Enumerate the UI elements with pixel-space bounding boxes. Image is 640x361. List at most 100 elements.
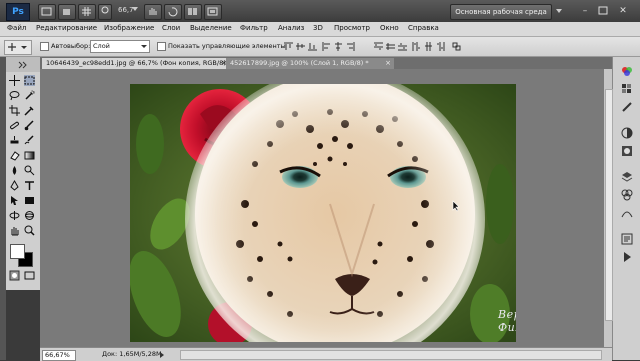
tab-close-button[interactable]: × [385, 58, 391, 69]
3d-orbit-icon [25, 211, 34, 220]
zoom-level-button[interactable] [98, 4, 112, 20]
maximize-icon [598, 6, 608, 15]
distribute-vcenter-icon[interactable] [386, 42, 395, 51]
toolbox [6, 72, 41, 290]
align-top-edges-icon[interactable] [284, 42, 293, 51]
pen-tool[interactable] [9, 180, 20, 191]
lasso-tool[interactable] [9, 90, 20, 101]
zoom-input[interactable]: 66,67% [42, 350, 76, 361]
clone-stamp-tool[interactable] [9, 135, 20, 146]
menu-window[interactable]: Окно [380, 24, 399, 32]
move-tool[interactable] [9, 75, 20, 86]
brush-tool[interactable] [24, 120, 35, 131]
align-bottom-edges-icon[interactable] [308, 42, 317, 51]
history-brush-tool[interactable] [24, 135, 35, 146]
menu-file[interactable]: Файл [7, 24, 26, 32]
vertical-scrollbar[interactable] [604, 69, 613, 347]
distribute-bottom-icon[interactable] [398, 42, 407, 51]
distribute-right-icon[interactable] [436, 42, 445, 51]
tools-panel-header[interactable] [6, 57, 40, 73]
scroll-thumb[interactable] [605, 89, 613, 321]
distribute-hcenter-icon[interactable] [424, 42, 433, 51]
brush-icon [24, 120, 34, 131]
zoom-tool[interactable] [24, 225, 35, 236]
shape-tool[interactable] [24, 195, 35, 206]
color-panel-icon[interactable] [621, 65, 633, 77]
menu-layers[interactable]: Слои [162, 24, 180, 32]
menu-3d[interactable]: 3D [313, 24, 323, 32]
menu-image[interactable]: Изображение [104, 24, 154, 32]
actions-icon[interactable] [621, 251, 633, 263]
distribute-left-icon[interactable] [412, 42, 421, 51]
menu-select[interactable]: Выделение [190, 24, 232, 32]
menu-view[interactable]: Просмотр [334, 24, 370, 32]
close-button[interactable]: ✕ [614, 5, 632, 17]
autoselect-target-select[interactable]: Слой [90, 40, 150, 53]
marquee-tool[interactable] [24, 75, 35, 86]
align-horizontal-centers-icon[interactable] [334, 42, 343, 51]
autoselect-checkbox[interactable] [40, 42, 49, 51]
screen-mode-button[interactable] [204, 4, 222, 20]
launch-bridge-icon [41, 7, 52, 16]
masks-icon[interactable] [621, 145, 633, 157]
minimize-button[interactable]: – [578, 5, 592, 17]
rotate-view-button[interactable] [164, 4, 182, 20]
tab-document-1[interactable]: 10646439_ec98edd1.jpg @ 66,7% (Фон копия… [42, 58, 231, 69]
menu-edit[interactable]: Редактирование [36, 24, 97, 32]
blur-tool[interactable] [9, 165, 20, 176]
eraser-tool[interactable] [9, 150, 20, 161]
styles-icon[interactable] [621, 101, 633, 113]
history-icon[interactable] [621, 233, 633, 245]
eyedropper-tool[interactable] [24, 105, 35, 116]
paths-icon[interactable] [621, 207, 633, 219]
show-transform-controls-label: Показать управляющие элементы [168, 42, 286, 50]
tool-preset-picker[interactable] [4, 40, 32, 55]
hand-tool[interactable] [9, 225, 20, 236]
channels-icon[interactable] [621, 189, 633, 201]
status-menu-arrow-icon[interactable] [160, 352, 164, 358]
3d-orbit-tool[interactable] [24, 210, 35, 221]
align-left-edges-icon[interactable] [322, 42, 331, 51]
quick-select-tool[interactable] [24, 90, 35, 101]
healing-brush-tool[interactable] [9, 120, 20, 131]
foreground-color-swatch[interactable] [10, 244, 25, 259]
menu-analysis[interactable]: Анализ [278, 24, 304, 32]
mini-bridge-button[interactable] [58, 4, 76, 20]
tab-document-2[interactable]: 452617899.jpg @ 100% (Слой 1, RGB/8) * × [226, 58, 394, 69]
quick-mask-button[interactable] [9, 270, 20, 281]
crop-tool[interactable] [9, 105, 20, 116]
arrange-documents-button[interactable] [184, 4, 202, 20]
3d-rotate-tool[interactable] [9, 210, 20, 221]
dodge-tool[interactable] [24, 165, 35, 176]
path-selection-tool[interactable] [9, 195, 20, 206]
menu-filter[interactable]: Фильтр [240, 24, 268, 32]
launch-bridge-button[interactable] [38, 4, 56, 20]
layers-icon[interactable] [621, 171, 633, 183]
horizontal-scrollbar[interactable] [180, 350, 602, 360]
auto-align-layers-icon[interactable] [452, 42, 461, 51]
show-transform-controls-checkbox[interactable] [157, 42, 166, 51]
photoshop-logo: Ps [6, 3, 30, 21]
screen-mode-icon [207, 7, 218, 16]
swatches-icon[interactable] [621, 83, 633, 95]
screen-mode-tool[interactable] [24, 270, 35, 281]
menu-help[interactable]: Справка [408, 24, 439, 32]
hand-tool-button[interactable] [144, 4, 162, 20]
adjustments-icon[interactable] [621, 127, 633, 139]
type-tool[interactable] [24, 180, 35, 191]
align-vertical-centers-icon[interactable] [296, 42, 305, 51]
align-right-edges-icon[interactable] [346, 42, 355, 51]
3d-rotate-icon [9, 211, 20, 220]
move-icon [9, 75, 20, 86]
chevron-down-icon[interactable] [556, 9, 562, 13]
zoom-tool-icon [24, 225, 35, 236]
document-image[interactable]: Вероника Филиппова [130, 84, 516, 342]
maximize-button[interactable] [596, 5, 610, 17]
view-extras-button[interactable] [78, 4, 96, 20]
eyedropper-icon [24, 106, 34, 116]
gradient-tool[interactable] [24, 150, 35, 161]
chevron-down-icon[interactable] [132, 7, 138, 11]
document-size-info: Док: 1,65M/5,28M [102, 350, 162, 358]
workspace-switcher[interactable]: Основная рабочая среда [450, 4, 552, 20]
distribute-top-icon[interactable] [374, 42, 383, 51]
